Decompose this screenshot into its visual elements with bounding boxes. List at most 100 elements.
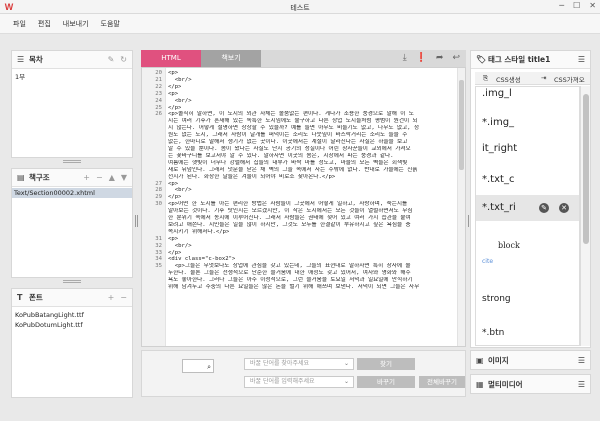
close-window-button[interactable]: ✕ (589, 1, 596, 10)
css-create-button[interactable]: CSS생성 (496, 74, 521, 84)
code-line[interactable]: 재로 뒤덮인다. 그래서 덧문을 닫은 채 벽의 그늘 속에서 사는 수밖에 없… (148, 167, 454, 174)
scroll-thumb[interactable] (583, 94, 589, 244)
resize-grip[interactable] (63, 280, 81, 283)
scroll-thumb[interactable] (459, 80, 464, 170)
remove-font-icon[interactable]: − (120, 293, 127, 302)
toc-item[interactable]: 1부 (15, 72, 129, 82)
move-up-icon[interactable]: ▲ (109, 173, 115, 182)
line-text: 지 않는다. 어떻게 설명하면 상상할 수 있을까? 예를 들면 아무도 비둘기… (168, 125, 420, 132)
line-number (148, 174, 162, 181)
move-down-icon[interactable]: ▼ (121, 173, 127, 182)
menu-icon[interactable]: ☰ (578, 380, 585, 389)
delete-icon[interactable]: ✕ (559, 203, 569, 213)
code-line[interactable]: 33 </p> (148, 250, 454, 257)
menu-edit[interactable]: 편집 (38, 19, 51, 29)
style-item[interactable]: *.txt_c (476, 169, 579, 191)
code-line[interactable]: 족시키기 위해서다.</p> (148, 229, 454, 236)
replace-select[interactable]: 바꿀 단어를 입력해주세요 ⌄ (244, 376, 354, 388)
refresh-icon[interactable]: ↻ (120, 55, 127, 64)
font-item[interactable]: KoPubDotumLight.ttf (15, 320, 129, 330)
replace-button[interactable]: 바꾸기 (357, 376, 415, 388)
menu-file[interactable]: 파일 (13, 19, 26, 29)
menu-icon[interactable]: ☰ (578, 55, 585, 64)
code-line[interactable]: 천지가 된다. 화창한 날들은 겨울이 되어야 비로소 찾아온다.</p> (148, 174, 454, 181)
edit-pencil-icon[interactable]: ✎ (108, 55, 115, 64)
style-item[interactable]: *.btn (476, 323, 579, 343)
multimedia-panel: ▦ 멀티미디어 ☰ (470, 374, 591, 394)
edit-pencil-icon[interactable]: ✎ (539, 203, 549, 213)
code-line[interactable]: 는 꽃바구니를 보고서야 알 수 있다. 말하자면 이곳의 봄은, 시장에서 파… (148, 153, 454, 160)
line-text: 여름에는 햇빛이 너무나 강렬해서 집들의 내부가 바싹 마를 정도고, 마을의… (168, 159, 408, 166)
code-line[interactable]: 두한다. 물론 그들은 천생적으로 단순한 즐거움에 대한 애정도 갖고 있어서… (148, 270, 454, 277)
maximize-button[interactable]: ☐ (573, 1, 580, 10)
code-line[interactable]: 원도 없는 도시, 그래서 사람이 날개를 퍼덕이는 소리도 나뭇잎이 바스락거… (148, 132, 454, 139)
line-text: <br/> (168, 242, 192, 249)
code-line[interactable]: 29 </p> (148, 194, 454, 201)
code-line[interactable]: 한 분위기 속에서 동시에 이루어진다. 그래서 사람들은 권태에 젖어 있고 … (148, 215, 454, 222)
code-line[interactable]: 27 <p> (148, 181, 454, 188)
replace-all-button[interactable]: 전체바꾸기 (419, 376, 465, 388)
code-line[interactable]: 시는 여러 기후가 혼재해 있는 독특한 도시임에도 불구하고 다른 상업 도시… (148, 118, 454, 125)
find-select[interactable]: 바꿀 단어를 찾아주세요 ⌄ (244, 358, 354, 370)
splitter-left[interactable] (135, 215, 138, 227)
back-icon[interactable]: ↩ (452, 53, 460, 63)
remove-icon[interactable]: − (96, 173, 103, 182)
font-t-icon: T (17, 293, 23, 302)
line-text: 재로 뒤덮인다. 그래서 덧문을 닫은 채 벽의 그늘 속에서 사는 수밖에 없… (168, 166, 418, 173)
image-title: 이미지 (488, 355, 509, 365)
menu-export[interactable]: 내보내기 (63, 19, 89, 29)
tab-preview[interactable]: 책보기 (201, 50, 261, 67)
code-line[interactable]: 25 </p> (148, 105, 454, 112)
style-list[interactable]: .img_l *.img_ it_right *.txt_c *.txt_ri … (475, 86, 580, 346)
code-line[interactable]: 23 <p> (148, 91, 454, 98)
code-line[interactable]: 없는, 한마디로 말해서 생기가 없는 곳이다. 이곳에서는 계절이 달라진다는… (148, 139, 454, 146)
code-line[interactable]: 여름에는 햇빛이 너무나 강렬해서 집들의 내부가 바싹 마를 정도고, 마을의… (148, 160, 454, 167)
structure-item[interactable]: Text/Section00002.xhtml (12, 188, 132, 198)
add-font-icon[interactable]: + (108, 293, 115, 302)
code-line[interactable]: 알아보는 것이다. 기후 탓인지는 모르겠지만, 이 작은 도시에서는 모든 것… (148, 208, 454, 215)
menu-help[interactable]: 도움말 (101, 19, 120, 29)
resize-grip[interactable] (63, 160, 81, 163)
line-number (148, 270, 162, 277)
minimize-button[interactable]: ─ (559, 1, 564, 10)
code-line[interactable]: 30 <p>어떤 한 도시를 아는 편리한 방법은 사람들이 그곳에서 어떻게 일… (148, 201, 454, 208)
add-icon[interactable]: + (83, 173, 90, 182)
style-item-selected[interactable]: *.txt_ri ✎ ✕ (476, 195, 579, 221)
style-item[interactable]: .img_l (476, 87, 579, 107)
font-item[interactable]: KoPubBatangLight.ttf (15, 310, 129, 320)
line-number (148, 277, 162, 284)
menu-icon[interactable]: ☰ (578, 356, 585, 365)
tab-html[interactable]: HTML (141, 50, 201, 67)
style-item[interactable]: it_right (476, 139, 579, 159)
code-line[interactable]: 보려고 애쓴다. 시민들은 일을 많이 하지만, 그것도 모두를 한결같이 부유… (148, 222, 454, 229)
download-icon[interactable]: ⤓ (403, 53, 407, 63)
editor-scrollbar[interactable] (457, 68, 465, 346)
style-item[interactable]: strong (476, 289, 579, 309)
code-lines[interactable]: 20 <p> 21 <br/> 22 </p> 23 <p> 24 <br/> 25 </p> 26… (148, 70, 454, 291)
image-panel: ▣ 이미지 ☰ (470, 350, 591, 370)
code-line[interactable]: 21 <br/> (148, 77, 454, 84)
code-line[interactable]: 22 </p> (148, 84, 454, 91)
code-line[interactable]: 35 <p>그들은 무엇보다도 상업에 관심을 갖고 있는데, 그들의 표현대로… (148, 263, 454, 270)
style-list-scrollbar[interactable] (580, 86, 590, 346)
style-item[interactable]: block (476, 235, 579, 257)
code-line[interactable]: 32 <br/> (148, 243, 454, 250)
code-line[interactable]: 28 <br/> (148, 187, 454, 194)
find-input[interactable]: ⌕ (182, 359, 214, 373)
code-line[interactable]: 34 <div class="c-box2"> (148, 256, 454, 263)
code-line[interactable]: 위해 남겨두고 주중의 다른 요일들은 많은 돈을 벌기 위해 애쓰며 보낸다.… (148, 284, 454, 291)
code-line[interactable]: 20 <p> (148, 70, 454, 77)
code-line[interactable]: 욕도 좋아한다. 그러나 그들은 아주 이성적으로, 그런 즐거움을 토요일 저… (148, 277, 454, 284)
code-line[interactable]: 31 <p> (148, 236, 454, 243)
code-line[interactable]: 알 수 있을 뿐이다. 봄이 왔다는 사실도 단지 공기의 성질이나 어린 장사… (148, 146, 454, 153)
style-item[interactable]: cite (476, 255, 579, 269)
code-editor[interactable]: 20 <p> 21 <br/> 22 </p> 23 <p> 24 <br/> 25 </p> 26… (141, 67, 466, 347)
code-line[interactable]: 26 <p>솔직히 말하면, 이 도시의 외관 자체는 볼품없는 편이다. 게다가… (148, 111, 454, 118)
line-number (148, 146, 162, 153)
forward-icon[interactable]: ➦ (436, 53, 444, 63)
find-button[interactable]: 찾기 (357, 358, 415, 370)
style-item[interactable]: *.img_ (476, 113, 579, 133)
alert-icon[interactable]: ❗ (416, 53, 427, 63)
code-line[interactable]: 24 <br/> (148, 98, 454, 105)
code-line[interactable]: 지 않는다. 어떻게 설명하면 상상할 수 있을까? 예를 들면 아무도 비둘기… (148, 125, 454, 132)
